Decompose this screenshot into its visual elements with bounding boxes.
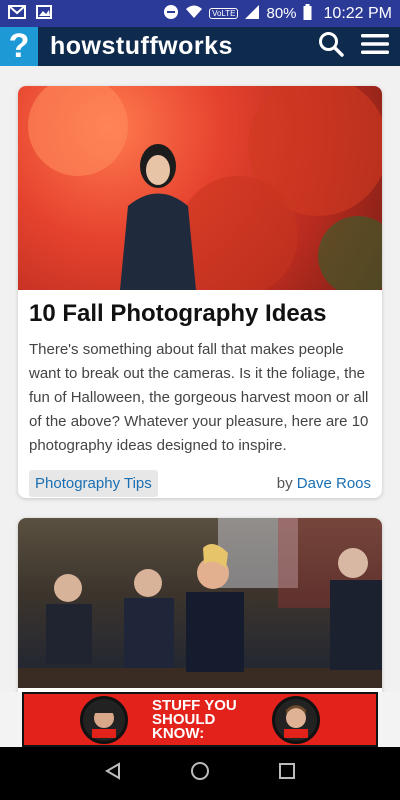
system-icons: VoLTE 80% 10:22 PM <box>163 3 392 24</box>
article-image[interactable] <box>18 518 382 688</box>
app-bar: ? howstuffworks <box>0 27 400 66</box>
battery-level: 80% <box>266 5 297 22</box>
article-title[interactable]: 10 Fall Photography Ideas <box>18 290 382 328</box>
byline: by Dave Roos <box>277 475 371 492</box>
search-icon <box>318 31 344 62</box>
wifi-icon <box>185 5 203 23</box>
logo-question-mark[interactable]: ? <box>0 27 38 66</box>
image-icon <box>36 4 52 23</box>
home-icon <box>190 761 210 786</box>
dnd-icon <box>163 4 179 24</box>
battery-icon <box>303 3 312 24</box>
clock: 10:22 PM <box>323 4 392 22</box>
logo-wordmark[interactable]: howstuffworks <box>50 32 233 61</box>
search-button[interactable] <box>316 32 346 62</box>
hamburger-icon <box>361 32 389 61</box>
article-image[interactable] <box>18 86 382 290</box>
back-icon <box>104 762 122 785</box>
category-tag[interactable]: Photography Tips <box>29 470 158 497</box>
article-feed[interactable]: 10 Fall Photography Ideas There's someth… <box>0 66 400 692</box>
gmail-icon <box>8 4 26 23</box>
home-button[interactable] <box>185 759 215 789</box>
recents-button[interactable] <box>272 759 302 789</box>
ad-banner[interactable]: STUFF YOU SHOULD KNOW: <box>22 692 378 747</box>
status-bar: VoLTE 80% 10:22 PM <box>0 0 400 27</box>
volte-badge: VoLTE <box>209 8 239 19</box>
article-description: There's something about fall that makes … <box>29 341 369 454</box>
article-card[interactable] <box>18 518 382 692</box>
recents-icon <box>278 762 296 785</box>
notification-icons <box>8 4 52 23</box>
host-avatar-left <box>80 695 128 744</box>
signal-icon <box>244 4 260 24</box>
ad-banner-area: STUFF YOU SHOULD KNOW: <box>0 692 400 747</box>
ad-text: STUFF YOU SHOULD KNOW: <box>152 696 237 742</box>
byline-prefix: by <box>276 475 293 492</box>
menu-button[interactable] <box>360 32 390 62</box>
article-card[interactable]: 10 Fall Photography Ideas There's someth… <box>18 86 382 498</box>
author-link[interactable]: Dave Roos <box>297 475 371 492</box>
host-avatar-right <box>272 695 320 744</box>
back-button[interactable] <box>98 759 128 789</box>
system-nav-bar <box>0 747 400 800</box>
